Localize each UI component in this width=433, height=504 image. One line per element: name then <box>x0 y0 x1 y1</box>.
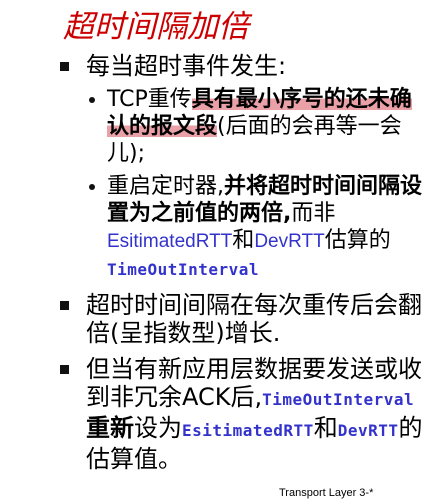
bullet-text: 超时时间间隔在每次重传后会翻倍(呈指数型)增长. <box>86 291 422 347</box>
slide-title: 超时间隔加倍 <box>63 9 249 45</box>
bullet-text-2: 设为 <box>134 414 182 442</box>
sub-text-3: 和 <box>232 228 255 253</box>
dot-bullet-icon <box>89 97 95 103</box>
square-bullet-icon <box>60 365 69 374</box>
bold-text: 重新 <box>86 414 134 442</box>
slide-content: 每当超时事件发生: TCP重传具有最小序号的还未确认的报文段(后面的会再等一会儿… <box>60 52 428 481</box>
timeout-interval-code: TimeOutInterval <box>107 260 259 279</box>
bullet-reset: 但当有新应用层数据要发送或收到非冗余ACK后,TimeOutInterval重新… <box>60 355 428 473</box>
slide-footer: Transport Layer 3-* <box>279 487 374 499</box>
square-bullet-icon <box>60 62 69 71</box>
sub-text-4: 估算的 <box>324 228 391 253</box>
square-bullet-icon <box>60 301 69 310</box>
sub-bullet-retransmit: TCP重传具有最小序号的还未确认的报文段(后面的会再等一会儿); <box>89 86 428 167</box>
dev-rtt-term: DevRTT <box>254 231 325 252</box>
bullet-doubling: 超时时间间隔在每次重传后会翻倍(呈指数型)增长. <box>60 291 428 347</box>
sub-bullets: TCP重传具有最小序号的还未确认的报文段(后面的会再等一会儿); 重启定时器,并… <box>86 86 428 283</box>
sub-text-1: TCP重传 <box>107 87 192 112</box>
bullet-text: 每当超时事件发生: <box>86 52 287 80</box>
bullet-text-3: 和 <box>313 414 338 442</box>
sub-text-1: 重启定时器, <box>107 174 224 199</box>
dev-rtt-code: DevRTT <box>337 421 399 440</box>
sub-bullet-restart-timer: 重启定时器,并将超时时间间隔设置为之前值的两倍,而非EsitimatedRTT和… <box>89 173 428 283</box>
dot-bullet-icon <box>89 184 95 190</box>
slide: 超时间隔加倍 每当超时事件发生: TCP重传具有最小序号的还未确认的报文段(后面… <box>0 0 433 504</box>
sub-text-2: 而非 <box>291 201 336 226</box>
estimated-rtt-code: EsitimatedRTT <box>182 421 314 440</box>
timeout-interval-code: TimeOutInterval <box>262 390 415 409</box>
estimated-rtt-term: EsitimatedRTT <box>107 231 233 252</box>
bullet-timeout-event: 每当超时事件发生: TCP重传具有最小序号的还未确认的报文段(后面的会再等一会儿… <box>60 52 428 283</box>
